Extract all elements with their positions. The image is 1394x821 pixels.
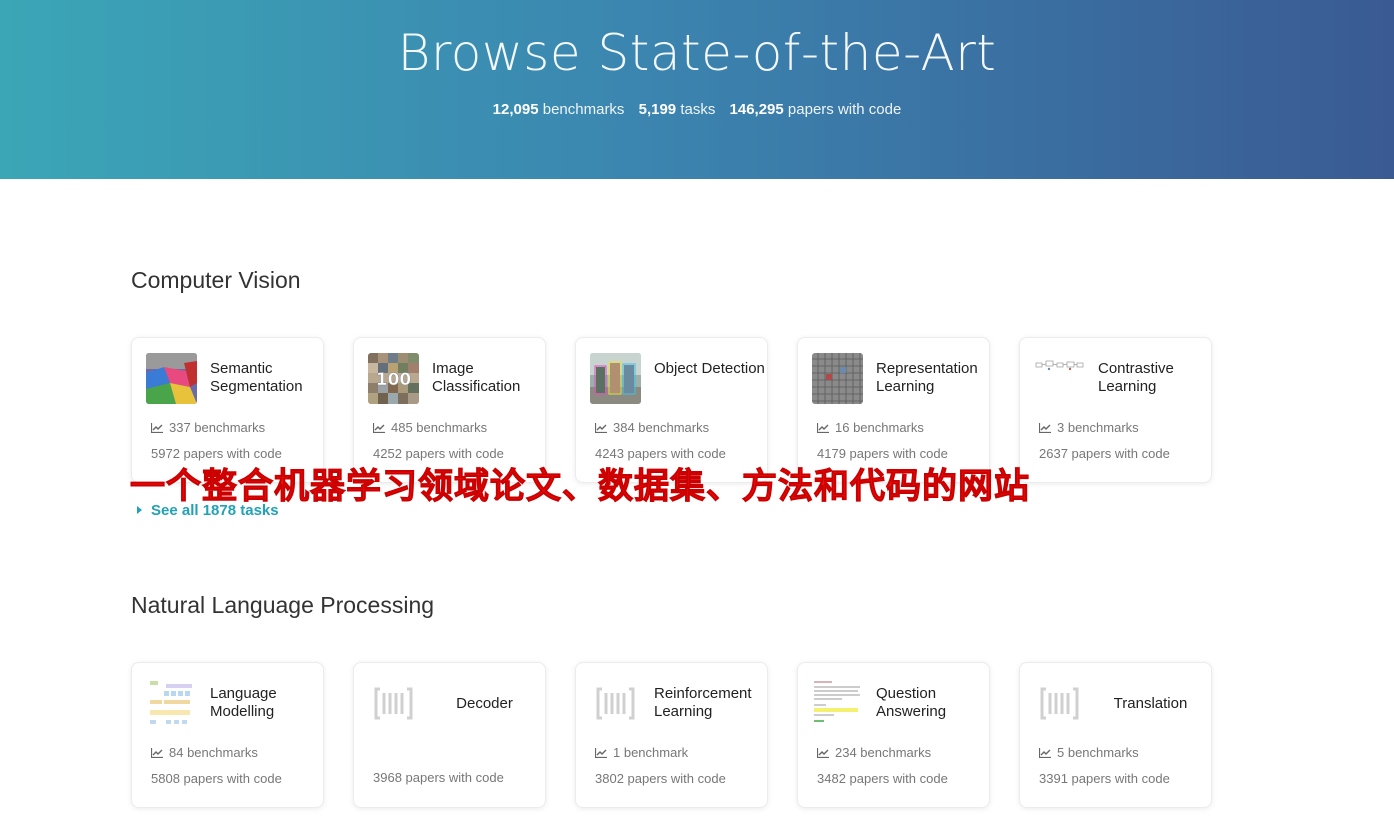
- image-grid-thumbnail: 100: [368, 353, 419, 404]
- benchmark-count: 84 benchmarks: [151, 745, 258, 760]
- text-passage-thumbnail: [812, 678, 863, 729]
- line-chart-icon: [151, 748, 163, 758]
- placeholder-bracket-icon: [1034, 678, 1085, 729]
- benchmark-count: 5 benchmarks: [1039, 745, 1139, 760]
- line-chart-icon: [595, 748, 607, 758]
- line-chart-icon: [817, 423, 829, 433]
- line-chart-icon: [1039, 748, 1051, 758]
- task-card-question-answering[interactable]: Question Answering 234 benchmarks 3482 p…: [797, 662, 990, 808]
- line-chart-icon: [817, 748, 829, 758]
- line-chart-icon: [1039, 423, 1051, 433]
- benchmark-count: 16 benchmarks: [817, 420, 924, 435]
- placeholder-bracket-icon: [590, 678, 641, 729]
- benchmark-count: 234 benchmarks: [817, 745, 931, 760]
- task-name: Language Modelling: [210, 685, 277, 720]
- section-title-nlp: Natural Language Processing: [131, 592, 435, 618]
- stat-benchmarks: 12,095 benchmarks: [492, 101, 625, 118]
- task-card-translation[interactable]: Translation 5 benchmarks 3391 papers wit…: [1019, 662, 1212, 808]
- task-name: Representation Learning: [876, 360, 978, 395]
- stat-papers: 146,295 papers with code: [729, 101, 902, 118]
- grid-thumbnail: [812, 353, 863, 404]
- task-name: Object Detection: [654, 360, 765, 377]
- papers-count: 3482 papers with code: [817, 771, 948, 786]
- section-title-computer-vision: Computer Vision: [131, 267, 301, 293]
- line-chart-icon: [373, 423, 385, 433]
- architecture-thumbnail: [146, 678, 197, 729]
- papers-count: 3802 papers with code: [595, 771, 726, 786]
- segmentation-thumbnail: [146, 353, 197, 404]
- stat-tasks: 5,199 tasks: [638, 101, 716, 118]
- task-name: Image Classification: [432, 360, 521, 395]
- caret-right-icon: [137, 506, 142, 514]
- nlp-task-cards: Language Modelling 84 benchmarks 5808 pa…: [131, 662, 1231, 808]
- task-name: Question Answering: [876, 685, 947, 720]
- line-chart-icon: [151, 423, 163, 433]
- task-name: Translation: [1113, 695, 1188, 712]
- benchmark-count: 1 benchmark: [595, 745, 688, 760]
- task-name: Decoder: [456, 695, 513, 712]
- task-name: Semantic Segmentation: [210, 360, 303, 395]
- papers-count: 5808 papers with code: [151, 771, 282, 786]
- hero-stats: 12,095 benchmarks 5,199 tasks 146,295 pa…: [0, 101, 1394, 118]
- line-chart-icon: [595, 423, 607, 433]
- task-card-reinforcement-learning[interactable]: Reinforcement Learning 1 benchmark 3802 …: [575, 662, 768, 808]
- task-card-language-modelling[interactable]: Language Modelling 84 benchmarks 5808 pa…: [131, 662, 324, 808]
- see-all-tasks-link[interactable]: See all 1878 tasks: [137, 502, 279, 519]
- diagram-thumbnail: [1034, 353, 1085, 404]
- benchmark-count: 337 benchmarks: [151, 420, 265, 435]
- street-scene-thumbnail: [590, 353, 641, 404]
- svg-text:100: 100: [376, 370, 412, 390]
- benchmark-count: 3 benchmarks: [1039, 420, 1139, 435]
- task-name: Contrastive Learning: [1098, 360, 1174, 395]
- task-card-decoder[interactable]: Decoder 3968 papers with code: [353, 662, 546, 808]
- task-name: Reinforcement Learning: [654, 685, 752, 720]
- page-title: Browse State-of-the-Art: [397, 24, 997, 82]
- benchmark-count: 384 benchmarks: [595, 420, 709, 435]
- placeholder-bracket-icon: [368, 678, 419, 729]
- overlay-caption: 一个整合机器学习领域论文、数据集、方法和代码的网站: [130, 467, 1031, 508]
- hero-banner: Browse State-of-the-Art 12,095 benchmark…: [0, 0, 1394, 179]
- papers-count: 3391 papers with code: [1039, 771, 1170, 786]
- papers-count: 3968 papers with code: [373, 770, 504, 785]
- benchmark-count: 485 benchmarks: [373, 420, 487, 435]
